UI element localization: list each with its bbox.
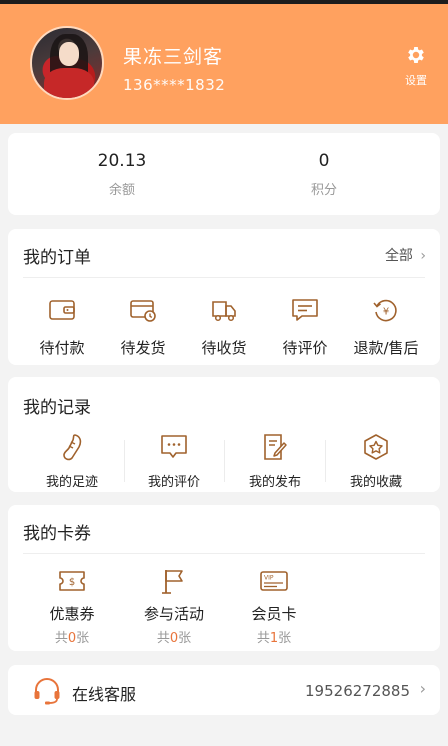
coupon-item-label: 会员卡: [251, 605, 297, 623]
records-title: 我的记录: [23, 398, 91, 418]
svg-text:¥: ¥: [383, 307, 389, 318]
balance-stat[interactable]: 20.13 余额: [42, 151, 202, 198]
delivery-truck-icon: [212, 301, 236, 322]
order-pending-shipment[interactable]: 待发货: [100, 297, 186, 358]
record-favorites[interactable]: 我的收藏: [326, 433, 426, 490]
refund-icon: ¥: [373, 299, 397, 322]
chevron-right-icon: ›: [419, 679, 426, 698]
coupon-icon: $: [59, 571, 85, 591]
wallet-icon: [49, 300, 75, 320]
svg-text:$: $: [69, 577, 75, 588]
star-favorite-icon: [364, 434, 388, 460]
coupons-title: 我的卡券: [23, 524, 91, 544]
divider: [23, 553, 425, 554]
chevron-right-icon: ›: [420, 248, 426, 264]
edit-document-icon: [264, 434, 287, 460]
online-service-row[interactable]: 在线客服 19526272885 ›: [8, 665, 440, 715]
points-stat[interactable]: 0 积分: [244, 151, 404, 198]
balance-label: 余额: [108, 183, 135, 198]
profile-header: 果冻三剑客 136****1832 设置: [0, 4, 448, 124]
username: 果冻三剑客: [123, 46, 224, 68]
my-orders-card: 我的订单 全部 › 待付款 待发货 待收货 待评价 ¥ 退款/售后: [8, 229, 440, 365]
gear-icon: [408, 47, 424, 63]
coupon-activities[interactable]: 参与活动 共0张: [126, 567, 222, 646]
points-value: 0: [318, 151, 330, 171]
points-label: 积分: [310, 183, 337, 198]
footprint-icon: [63, 434, 82, 461]
record-item-label: 我的足迹: [45, 475, 98, 490]
settings-button[interactable]: 设置: [396, 44, 436, 96]
order-pending-payment[interactable]: 待付款: [19, 297, 105, 358]
coupon-discount[interactable]: $ 优惠券 共0张: [24, 567, 120, 646]
balance-value: 20.13: [97, 151, 147, 171]
coupon-count: 共0张: [156, 631, 192, 646]
review-comment-icon: [292, 299, 318, 321]
order-item-label: 待评价: [282, 339, 328, 357]
coupon-membership-card[interactable]: VIP 会员卡 共1张: [226, 567, 322, 646]
order-refund-aftersale[interactable]: ¥ 退款/售后: [343, 297, 429, 358]
view-all-label: 全部: [384, 248, 413, 264]
avatar[interactable]: [30, 26, 104, 100]
svg-text:VIP: VIP: [264, 575, 274, 582]
service-label: 在线客服: [72, 685, 137, 704]
order-item-label: 待发货: [120, 339, 166, 357]
order-pending-review[interactable]: 待评价: [262, 297, 348, 358]
record-item-label: 我的评价: [147, 475, 200, 490]
orders-title: 我的订单: [23, 248, 91, 268]
phone-number: 136****1832: [123, 76, 226, 94]
orders-view-all[interactable]: 全部 ›: [385, 245, 426, 265]
coupon-count: 共1张: [256, 631, 292, 646]
shipping-pending-icon: [130, 300, 156, 322]
order-item-label: 待付款: [39, 339, 85, 357]
record-item-label: 我的发布: [248, 475, 301, 490]
order-pending-receipt[interactable]: 待收货: [181, 297, 267, 358]
coupon-item-label: 优惠券: [49, 605, 95, 623]
order-item-label: 退款/售后: [353, 339, 419, 357]
my-coupons-card: 我的卡券 $ 优惠券 共0张 参与活动 共0张 VIP 会员卡 共1张: [8, 505, 440, 651]
vip-card-icon: VIP: [260, 571, 288, 591]
record-item-label: 我的收藏: [349, 475, 402, 490]
my-records-card: 我的记录 我的足迹 我的评价 我的发布 我的收藏: [8, 377, 440, 492]
chat-bubble-icon: [161, 435, 187, 458]
account-stats-card: 20.13 余额 0 积分: [8, 133, 440, 215]
service-phone: 19526272885: [305, 682, 410, 700]
record-footprint[interactable]: 我的足迹: [22, 433, 122, 490]
flag-icon: [162, 570, 183, 594]
record-reviews[interactable]: 我的评价: [124, 433, 224, 490]
order-item-label: 待收货: [201, 339, 247, 357]
coupon-count: 共0张: [54, 631, 90, 646]
settings-label: 设置: [405, 74, 427, 87]
record-posts[interactable]: 我的发布: [225, 433, 325, 490]
divider: [23, 277, 425, 278]
headset-icon: [34, 678, 60, 705]
coupon-item-label: 参与活动: [143, 605, 204, 623]
